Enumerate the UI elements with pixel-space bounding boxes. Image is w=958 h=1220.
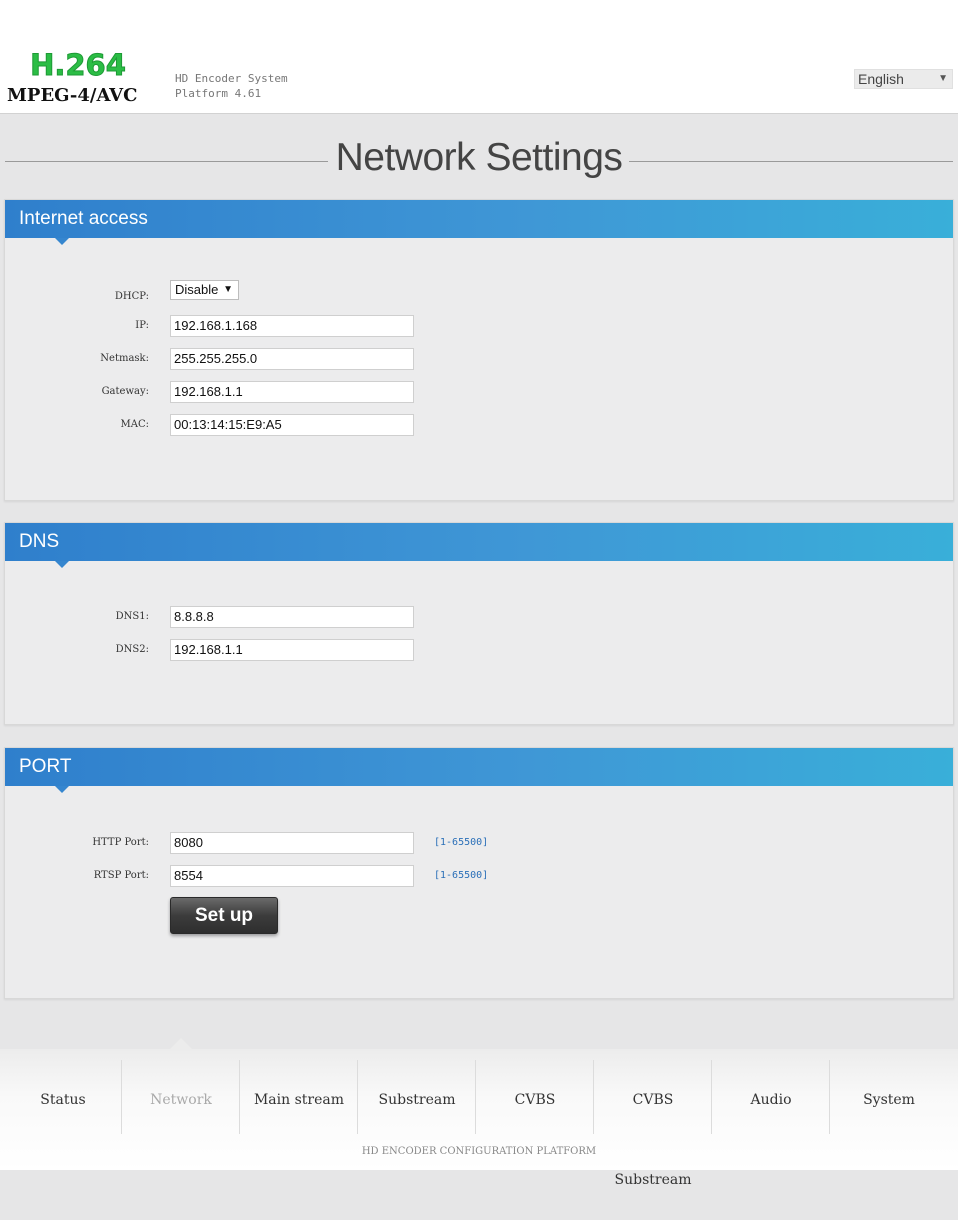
gateway-label: Gateway: [101, 386, 149, 397]
mac-input[interactable]: 00:13:14:15:E9:A5 [170, 414, 414, 436]
header-notch [55, 238, 69, 245]
dhcp-value: Disable [175, 282, 219, 297]
http-port-row: HTTP Port: 8080 [1-65500] [5, 832, 945, 854]
panel-header: PORT [5, 748, 953, 793]
rtsp-port-input[interactable]: 8554 [170, 865, 414, 887]
dns2-label: DNS2: [115, 644, 149, 655]
dns2-row: DNS2: 192.168.1.1 [5, 639, 945, 661]
logo-h264: H.264 [30, 48, 127, 83]
panel-title: Internet access [19, 208, 148, 229]
http-port-label: HTTP Port: [92, 837, 149, 848]
panel-title: DNS [19, 531, 60, 552]
header-notch [55, 786, 69, 793]
header-notch [55, 561, 69, 568]
http-port-input[interactable]: 8080 [170, 832, 414, 854]
internet-access-panel: Internet access DHCP: Disable ▼ IP: 192.… [4, 199, 954, 501]
dns1-row: DNS1: 8.8.8.8 [5, 606, 945, 628]
footer-text: HD ENCODER CONFIGURATION PLATFORM [361, 1146, 597, 1157]
nav-item-main-stream[interactable]: Main stream [240, 1060, 358, 1134]
rtsp-port-label: RTSP Port: [93, 870, 149, 881]
dhcp-label: DHCP: [114, 291, 149, 302]
page-title: Network Settings [335, 136, 623, 179]
mac-label: MAC: [120, 419, 149, 430]
dhcp-row: DHCP: Disable ▼ [5, 280, 945, 308]
header: H.264 MPEG-4/AVC HD Encoder System Platf… [0, 0, 958, 114]
netmask-row: Netmask: 255.255.255.0 [5, 348, 945, 370]
language-select[interactable]: English ▼ [854, 69, 953, 89]
nav-item-network[interactable]: Network [122, 1060, 240, 1134]
nav-item-system[interactable]: System [830, 1060, 948, 1134]
gateway-input[interactable]: 192.168.1.1 [170, 381, 414, 403]
rtsp-port-row: RTSP Port: 8554 [1-65500] [5, 865, 945, 887]
gateway-row: Gateway: 192.168.1.1 [5, 381, 945, 403]
nav-active-pointer [170, 1038, 192, 1049]
dhcp-select[interactable]: Disable ▼ [170, 280, 239, 300]
logo-mpeg4-avc: MPEG-4/AVC [7, 85, 138, 106]
language-value: English [858, 71, 904, 87]
netmask-label: Netmask: [100, 353, 149, 364]
nav-item-cvbs[interactable]: CVBS [476, 1060, 594, 1134]
nav-item-status[interactable]: Status [4, 1060, 122, 1134]
ip-input[interactable]: 192.168.1.168 [170, 315, 414, 337]
rtsp-port-range: [1-65500] [434, 870, 489, 881]
platform-version: Platform 4.61 [175, 87, 262, 100]
dropdown-arrow-icon: ▼ [223, 284, 233, 295]
ip-row: IP: 192.168.1.168 [5, 315, 945, 337]
panel-title: PORT [19, 756, 72, 777]
port-panel: PORT HTTP Port: 8080 [1-65500] RTSP Port… [4, 747, 954, 999]
dns1-label: DNS1: [115, 611, 149, 622]
mac-row: MAC: 00:13:14:15:E9:A5 [5, 414, 945, 436]
chevron-down-icon: ▼ [938, 73, 948, 84]
panel-header: Internet access [5, 200, 953, 245]
nav-item-cvbs-substream[interactable]: CVBS Substream [594, 1060, 712, 1188]
system-name: HD Encoder System [175, 72, 288, 85]
http-port-range: [1-65500] [434, 837, 489, 848]
panel-header: DNS [5, 523, 953, 568]
system-title: HD Encoder System Platform 4.61 [175, 71, 288, 101]
ip-label: IP: [135, 320, 149, 331]
dns-panel: DNS DNS1: 8.8.8.8 DNS2: 192.168.1.1 [4, 522, 954, 725]
dns2-input[interactable]: 192.168.1.1 [170, 639, 414, 661]
nav-item-audio[interactable]: Audio [712, 1060, 830, 1134]
netmask-input[interactable]: 255.255.255.0 [170, 348, 414, 370]
dns1-input[interactable]: 8.8.8.8 [170, 606, 414, 628]
nav-item-substream[interactable]: Substream [358, 1060, 476, 1134]
setup-button[interactable]: Set up [170, 897, 278, 934]
